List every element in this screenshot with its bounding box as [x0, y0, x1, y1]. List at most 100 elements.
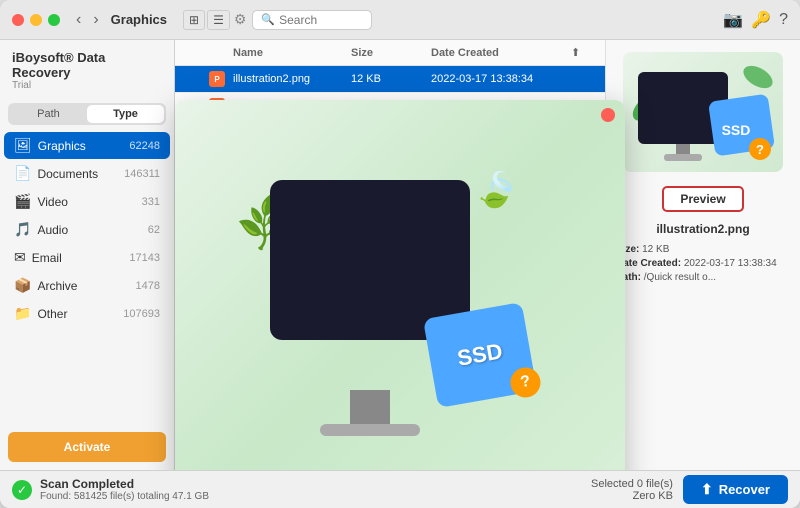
archive-icon: 📦: [14, 277, 31, 294]
row-checkbox[interactable]: [185, 73, 198, 86]
header-date: Date Created: [431, 47, 571, 59]
imac-illustration: 🌿 🍃 SSD ?: [250, 170, 550, 450]
sidebar-tabs: Path Type: [8, 103, 166, 125]
header-name: Name: [233, 47, 351, 59]
scan-complete-icon: ✓: [12, 480, 32, 500]
search-input[interactable]: [279, 13, 369, 27]
archive-label: Archive: [37, 279, 135, 293]
toolbar-right-icons: 📷 🔑 ?: [723, 10, 788, 30]
video-label: Video: [37, 195, 141, 209]
file-type-icon: P: [209, 71, 225, 87]
window-title: Graphics: [111, 12, 167, 27]
search-icon: 🔍: [261, 13, 275, 26]
date-label: Date Created:: [616, 258, 681, 269]
graphics-label: Graphics: [38, 139, 130, 153]
size-value: 12 KB: [642, 244, 669, 255]
email-icon: ✉: [14, 249, 26, 266]
svg-text:?: ?: [756, 142, 764, 157]
preview-thumbnail: SSD ?: [623, 52, 783, 172]
ssd-shape: SSD ?: [423, 302, 537, 408]
sidebar-item-documents[interactable]: 📄 Documents 146311: [4, 160, 170, 187]
trial-badge: Trial: [12, 80, 162, 91]
file-info: illustration2.png Size: 12 KB Date Creat…: [616, 222, 790, 286]
preview-image: SSD ?: [628, 57, 778, 167]
status-bar: ✓ Scan Completed Found: 581425 file(s) t…: [0, 470, 800, 508]
file-info-name: illustration2.png: [616, 222, 790, 236]
forward-button[interactable]: ›: [89, 9, 102, 31]
sidebar-item-archive[interactable]: 📦 Archive 1478: [4, 272, 170, 299]
documents-label: Documents: [37, 167, 124, 181]
scan-status: Scan Completed Found: 581425 file(s) tot…: [40, 477, 209, 502]
video-count: 331: [142, 196, 160, 208]
main-content: iBoysoft® Data Recovery Trial Path Type …: [0, 40, 800, 470]
info-icon[interactable]: 🔑: [751, 10, 771, 30]
ssd-question-icon: ?: [508, 365, 543, 400]
traffic-lights: [12, 14, 60, 26]
table-row[interactable]: P illustration2.png 12 KB 2022-03-17 13:…: [175, 66, 605, 93]
email-count: 17143: [129, 252, 160, 264]
minimize-button[interactable]: [30, 14, 42, 26]
preview-button[interactable]: Preview: [662, 186, 743, 212]
app-title: iBoysoft® Data Recovery: [12, 50, 162, 80]
file-name: illustration2.png: [233, 73, 351, 85]
scan-detail-label: Found: 581425 file(s) totaling 47.1 GB: [40, 491, 209, 502]
sidebar-item-audio[interactable]: 🎵 Audio 62: [4, 216, 170, 243]
file-path-row: Path: /Quick result o...: [616, 272, 790, 283]
help-icon[interactable]: ?: [779, 11, 788, 29]
ssd-box: SSD ?: [430, 310, 550, 430]
sidebar-item-video[interactable]: 🎬 Video 331: [4, 188, 170, 215]
file-size: 12 KB: [351, 73, 431, 85]
view-toggle: ⊞ ☰: [183, 10, 230, 30]
file-date: 2022-03-17 13:38:34: [431, 73, 571, 85]
documents-count: 146311: [124, 168, 160, 180]
sidebar: iBoysoft® Data Recovery Trial Path Type …: [0, 40, 175, 470]
graphics-count: 62248: [129, 140, 160, 152]
path-tab[interactable]: Path: [10, 105, 87, 123]
maximize-button[interactable]: [48, 14, 60, 26]
right-panel: SSD ? Preview illustration2.png Size: 12…: [605, 40, 800, 470]
preview-overlay: 🌿 🍃 SSD ? wsxdn.com: [175, 100, 625, 470]
sidebar-item-other[interactable]: 📁 Other 107693: [4, 300, 170, 327]
header-action: ⬆: [571, 46, 595, 59]
list-view-button[interactable]: ☰: [207, 10, 230, 30]
close-button[interactable]: [12, 14, 24, 26]
other-label: Other: [37, 307, 123, 321]
documents-icon: 📄: [14, 165, 31, 182]
imac-base: [320, 424, 420, 436]
activate-button[interactable]: Activate: [8, 432, 166, 462]
back-button[interactable]: ‹: [72, 9, 85, 31]
header-size: Size: [351, 47, 431, 59]
graphics-icon: 🖼: [14, 137, 32, 154]
recover-button[interactable]: ⬆ Recover: [683, 475, 788, 504]
preview-image-area: 🌿 🍃 SSD ?: [175, 100, 625, 470]
path-value: /Quick result o...: [644, 272, 716, 283]
filter-icon[interactable]: ⚙: [234, 11, 247, 28]
selected-files-text: Selected 0 file(s): [591, 478, 673, 490]
audio-count: 62: [148, 224, 160, 236]
preview-close-button[interactable]: [601, 108, 615, 122]
leaf-right-icon: 🍃: [471, 164, 526, 217]
selected-count: Selected 0 file(s) Zero KB: [591, 478, 673, 502]
sidebar-header: iBoysoft® Data Recovery Trial: [0, 40, 174, 97]
search-bar[interactable]: 🔍: [252, 10, 372, 30]
archive-count: 1478: [136, 280, 160, 292]
video-icon: 🎬: [14, 193, 31, 210]
ssd-label: SSD: [455, 338, 504, 371]
audio-label: Audio: [37, 223, 147, 237]
file-size-row: Size: 12 KB: [616, 244, 790, 255]
date-value: 2022-03-17 13:38:34: [684, 258, 777, 269]
audio-icon: 🎵: [14, 221, 31, 238]
type-tab[interactable]: Type: [87, 105, 164, 123]
camera-icon[interactable]: 📷: [723, 10, 743, 30]
email-label: Email: [32, 251, 130, 265]
sidebar-item-email[interactable]: ✉ Email 17143: [4, 244, 170, 271]
svg-text:SSD: SSD: [722, 122, 751, 138]
other-icon: 📁: [14, 305, 31, 322]
grid-view-button[interactable]: ⊞: [183, 10, 205, 30]
sidebar-item-graphics[interactable]: 🖼 Graphics 62248: [4, 132, 170, 159]
app-window: ‹ › Graphics ⊞ ☰ ⚙ 🔍 📷 🔑 ? iBoysoft® Dat…: [0, 0, 800, 508]
title-bar: ‹ › Graphics ⊞ ☰ ⚙ 🔍 📷 🔑 ?: [0, 0, 800, 40]
file-date-row: Date Created: 2022-03-17 13:38:34: [616, 258, 790, 269]
scan-complete-label: Scan Completed: [40, 477, 209, 491]
recover-label: Recover: [719, 482, 770, 497]
